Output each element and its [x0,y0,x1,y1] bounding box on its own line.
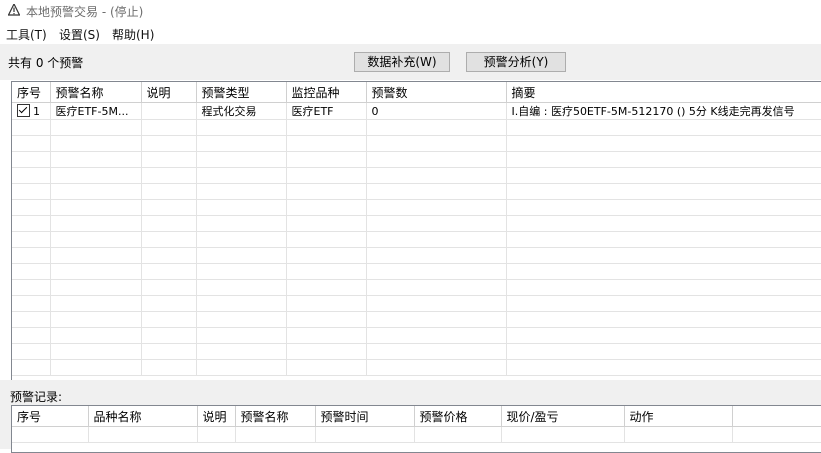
row-type: 程式化交易 [196,102,287,120]
toolbar: 共有 0 个预警 数据补充(W) 预警分析(Y) [0,44,821,80]
empty-row [12,151,821,168]
empty-row [12,119,821,136]
row-checkbox[interactable] [17,104,30,117]
empty-row [12,327,821,344]
alert-count-label: 共有 0 个预警 [8,56,84,70]
empty-row [12,183,821,200]
empty-row [12,263,821,280]
alert-analysis-button[interactable]: 预警分析(Y) [466,52,566,72]
records-label: 预警记录: [10,390,63,404]
empty-row [12,247,821,264]
empty-row [12,311,821,328]
alerts-table: 序号 预警名称 说明 预警类型 监控品种 预警数 摘要 1 医疗ETF-5M..… [12,82,821,376]
row-count: 0 [366,102,507,120]
window-title: 本地预警交易 - (停止) [26,5,144,19]
row-summary: I.自编 : 医疗50ETF-5M-512170 () 5分 K线走完再发信号 [506,102,821,120]
col-header-index[interactable]: 序号 [12,82,51,103]
empty-row [12,343,821,360]
col-header-summary[interactable]: 摘要 [506,82,821,103]
rec-col-alert-time[interactable]: 预警时间 [315,406,415,427]
rec-col-alert-name[interactable]: 预警名称 [235,406,316,427]
col-header-desc[interactable]: 说明 [141,82,197,103]
col-header-name[interactable]: 预警名称 [50,82,142,103]
row-index: 1 [33,105,40,118]
rec-col-alert-price[interactable]: 预警价格 [414,406,502,427]
records-table: 序号 品种名称 说明 预警名称 预警时间 预警价格 现价/盈亏 动作 [12,406,821,443]
empty-row [12,359,821,376]
rec-col-index[interactable]: 序号 [12,406,89,427]
row-desc [141,102,197,120]
row-index-cell[interactable]: 1 [12,102,51,120]
empty-row [12,279,821,296]
empty-row [12,215,821,232]
empty-row [12,426,821,443]
rec-col-action[interactable]: 动作 [624,406,733,427]
data-supplement-button[interactable]: 数据补充(W) [354,52,450,72]
title-bar: 本地预警交易 - (停止) [0,0,821,22]
row-name: 医疗ETF-5M... [50,102,142,120]
app-warning-icon [8,4,20,16]
empty-row [12,167,821,184]
table-row[interactable]: 1 医疗ETF-5M... 程式化交易 医疗ETF 0 I.自编 : 医疗50E… [12,102,821,120]
row-symbol: 医疗ETF [286,102,367,120]
menu-settings[interactable]: 设置(S) [59,26,100,43]
empty-row [12,295,821,312]
records-header-row: 序号 品种名称 说明 预警名称 预警时间 预警价格 现价/盈亏 动作 [12,406,821,427]
rec-col-blank [732,406,821,427]
alerts-header-row: 序号 预警名称 说明 预警类型 监控品种 预警数 摘要 [12,82,821,103]
rec-col-product[interactable]: 品种名称 [88,406,198,427]
rec-col-price-pl[interactable]: 现价/盈亏 [501,406,625,427]
empty-row [12,199,821,216]
records-grid[interactable]: 序号 品种名称 说明 预警名称 预警时间 预警价格 现价/盈亏 动作 [11,405,821,453]
menu-help[interactable]: 帮助(H) [112,26,154,43]
col-header-count[interactable]: 预警数 [366,82,507,103]
col-header-type[interactable]: 预警类型 [196,82,287,103]
menu-tools[interactable]: 工具(T) [6,26,47,43]
empty-row [12,135,821,152]
col-header-symbol[interactable]: 监控品种 [286,82,367,103]
menu-bar: 工具(T) 设置(S) 帮助(H) [0,26,821,44]
alerts-grid[interactable]: 序号 预警名称 说明 预警类型 监控品种 预警数 摘要 1 医疗ETF-5M..… [11,81,821,381]
empty-row [12,231,821,248]
rec-col-desc[interactable]: 说明 [197,406,236,427]
